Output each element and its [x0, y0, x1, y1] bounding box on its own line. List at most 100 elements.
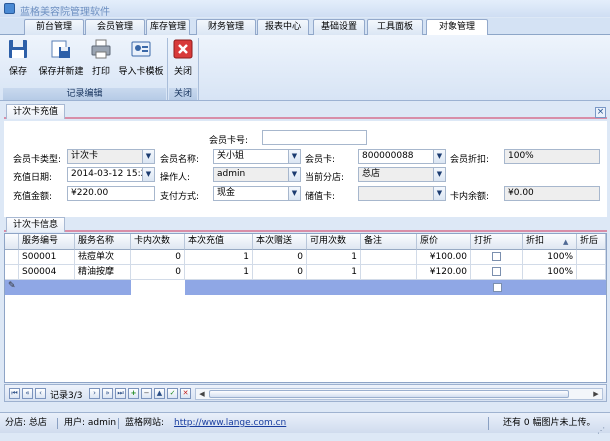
- operator-select[interactable]: admin ▼: [213, 167, 301, 182]
- table-cell[interactable]: 0: [131, 250, 185, 265]
- table-cell[interactable]: [577, 250, 606, 265]
- column-header[interactable]: 备注: [361, 234, 417, 250]
- print-button[interactable]: 打印: [89, 38, 113, 84]
- table-cell[interactable]: [577, 265, 606, 280]
- discount-label: 会员折扣:: [450, 155, 490, 165]
- column-header[interactable]: 本次充值: [185, 234, 253, 250]
- panel-close-icon[interactable]: ×: [595, 107, 606, 118]
- scrollbar-thumb[interactable]: [209, 390, 569, 398]
- member-card-no-label: 会员卡号:: [209, 136, 249, 146]
- scroll-right-icon[interactable]: ▶: [591, 389, 601, 399]
- prev-record-icon[interactable]: ‹: [35, 388, 46, 399]
- next-page-icon[interactable]: »: [102, 388, 113, 399]
- scroll-left-icon[interactable]: ◀: [197, 389, 207, 399]
- table-cell[interactable]: 100%: [523, 265, 577, 280]
- recharge-date-picker[interactable]: 2014-03-12 15:22 ▼: [67, 167, 155, 182]
- confirm-icon[interactable]: ✓: [167, 388, 178, 399]
- stored-card-select[interactable]: ▼: [358, 186, 446, 201]
- cancel-icon[interactable]: ✕: [180, 388, 191, 399]
- close-button[interactable]: 关闭: [171, 38, 195, 84]
- chevron-down-icon[interactable]: ▼: [433, 168, 445, 181]
- column-header[interactable]: 打折: [471, 234, 523, 250]
- horizontal-scrollbar[interactable]: ◀ ▶: [195, 388, 603, 400]
- column-header[interactable]: 服务名称: [75, 234, 131, 250]
- table-cell[interactable]: [361, 265, 417, 280]
- member-card-select[interactable]: 800000088 ▼: [358, 149, 446, 164]
- tab-settings[interactable]: 基础设置: [313, 19, 365, 35]
- tab-member[interactable]: 会员管理: [85, 19, 145, 35]
- chevron-down-icon[interactable]: ▼: [288, 168, 300, 181]
- tab-finance[interactable]: 财务管理: [196, 19, 256, 35]
- card-balance-label: 卡内余额:: [450, 192, 490, 202]
- tab-object-management[interactable]: 对象管理: [426, 19, 488, 36]
- discount-checkbox[interactable]: [492, 267, 501, 276]
- table-cell[interactable]: 1: [185, 265, 253, 280]
- add-record-icon[interactable]: +: [128, 388, 139, 399]
- grid-tab-count-card-info[interactable]: 计次卡信息: [6, 217, 66, 232]
- chevron-down-icon[interactable]: ▼: [288, 187, 300, 200]
- table-cell[interactable]: ¥120.00: [417, 265, 471, 280]
- table-cell[interactable]: 0: [131, 265, 185, 280]
- chevron-down-icon[interactable]: ▼: [288, 150, 300, 163]
- member-name-label: 会员名称:: [160, 155, 200, 165]
- import-card-template-button[interactable]: 导入卡模板: [117, 38, 165, 84]
- tab-front-desk[interactable]: 前台管理: [24, 19, 84, 35]
- table-cell[interactable]: 1: [307, 250, 361, 265]
- column-header[interactable]: 卡内次数: [131, 234, 185, 250]
- edit-record-icon[interactable]: ▲: [154, 388, 165, 399]
- column-header[interactable]: 本次赠送: [253, 234, 307, 250]
- member-name-select[interactable]: 关小姐 ▼: [213, 149, 301, 164]
- tab-inventory[interactable]: 库存管理: [146, 19, 190, 35]
- member-name-value: 关小姐: [217, 151, 245, 161]
- prev-page-icon[interactable]: «: [22, 388, 33, 399]
- close-icon: [173, 39, 193, 59]
- resize-grip-icon[interactable]: ⋰: [597, 421, 605, 441]
- next-record-icon[interactable]: ›: [89, 388, 100, 399]
- table-cell[interactable]: S00004: [19, 265, 75, 280]
- chevron-down-icon[interactable]: ▼: [433, 187, 445, 200]
- card-type-select[interactable]: 计次卡 ▼: [67, 149, 155, 164]
- column-header[interactable]: 原价: [417, 234, 471, 250]
- chevron-down-icon[interactable]: ▼: [433, 150, 445, 163]
- table-cell[interactable]: S00001: [19, 250, 75, 265]
- column-header[interactable]: 折扣: [523, 234, 577, 250]
- stored-card-label: 储值卡:: [305, 192, 336, 202]
- tab-tools[interactable]: 工具面板: [367, 19, 423, 35]
- table-cell[interactable]: 祛痘单次: [75, 250, 131, 265]
- tab-reports[interactable]: 报表中心: [257, 19, 309, 35]
- table-cell[interactable]: [361, 250, 417, 265]
- record-navigator: ⏮ « ‹ 记录3/3 › » ⏭ + − ▲ ✓ ✕ ◀ ▶: [4, 384, 607, 402]
- column-header[interactable]: 折后: [577, 234, 606, 250]
- print-label: 打印: [91, 67, 110, 77]
- panel-tab-count-card-recharge[interactable]: 计次卡充值: [6, 104, 66, 119]
- column-header[interactable]: 服务编号: [19, 234, 75, 250]
- new-row-checkbox[interactable]: [493, 283, 502, 293]
- first-record-icon[interactable]: ⏮: [9, 388, 20, 399]
- payment-select[interactable]: 现金 ▼: [213, 186, 301, 201]
- table-cell[interactable]: [471, 250, 523, 265]
- table-cell[interactable]: 100%: [523, 250, 577, 265]
- save-and-new-button[interactable]: 保存并新建: [38, 38, 84, 84]
- table-cell[interactable]: 1: [185, 250, 253, 265]
- website-link[interactable]: http://www.lange.com.cn: [174, 413, 286, 433]
- table-cell[interactable]: [471, 265, 523, 280]
- table-cell[interactable]: ¥100.00: [417, 250, 471, 265]
- chevron-down-icon[interactable]: ▼: [142, 168, 154, 181]
- save-button[interactable]: 保存: [6, 38, 30, 84]
- table-cell[interactable]: 0: [253, 265, 307, 280]
- delete-record-icon[interactable]: −: [141, 388, 152, 399]
- table-cell[interactable]: 0: [253, 250, 307, 265]
- member-card-no-input[interactable]: [262, 130, 367, 145]
- branch-select[interactable]: 总店 ▼: [358, 167, 446, 182]
- new-row[interactable]: ✎: [5, 280, 606, 295]
- chevron-down-icon[interactable]: ▼: [142, 150, 154, 163]
- table-cell[interactable]: 1: [307, 265, 361, 280]
- amount-input[interactable]: ¥220.00: [67, 186, 155, 201]
- member-card-value: 800000088: [362, 151, 414, 161]
- column-header[interactable]: 可用次数: [307, 234, 361, 250]
- new-row-active-cell[interactable]: [131, 280, 185, 295]
- discount-checkbox[interactable]: [492, 252, 501, 261]
- sort-ascending-icon: ▲: [563, 238, 569, 246]
- table-cell[interactable]: 精油按摩: [75, 265, 131, 280]
- last-record-icon[interactable]: ⏭: [115, 388, 126, 399]
